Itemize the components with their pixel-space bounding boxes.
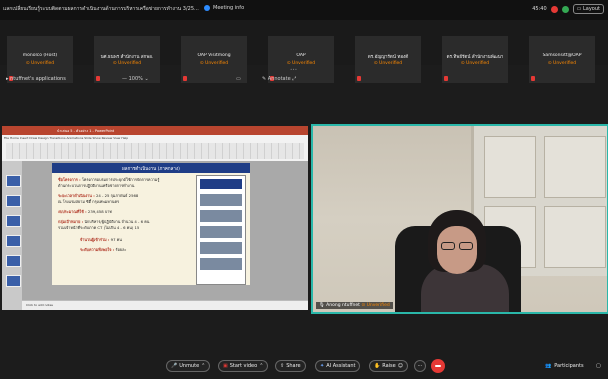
slide-thumbnail — [6, 195, 21, 207]
ai-assistant-button[interactable]: ✦ AI Assistant — [315, 360, 361, 372]
slide-canvas: ผลการดำเนินงาน (ภาคกลาง) ชื่อโครงการ : โ… — [22, 161, 308, 310]
participant-name: OAP — [296, 53, 306, 58]
powerpoint-titlebar: นำเสนอ 5 - ตัวอย่าง 1 - PowerPoint — [2, 126, 308, 135]
share-button[interactable]: ⇪ Share — [275, 360, 306, 372]
participant-strip: monolco (Host) ⊙ Unverified นศ.ธนพร สำนั… — [0, 20, 608, 83]
reactions-icon[interactable]: ☺ — [398, 363, 403, 369]
speaker-status: ⊙ Unverified — [361, 303, 390, 308]
meeting-info-label: Meeting info — [213, 5, 245, 11]
shared-screen[interactable]: นำเสนอ 5 - ตัวอย่าง 1 - PowerPoint File … — [2, 126, 308, 310]
participant-name: ดร.ทิพย์รัตน์ สำนักงานพัฒนา — [446, 55, 504, 60]
participant-status: ⊙ Unverified — [286, 61, 316, 66]
info-icon — [204, 5, 210, 11]
participant-status: ⊙ Unverified — [373, 61, 403, 66]
mic-icon: 🎙 — [319, 303, 325, 308]
recording-icon[interactable] — [550, 5, 558, 13]
speaker-name: Anong ntuffnet — [326, 303, 360, 308]
slide-thumbnail — [6, 215, 21, 227]
slide-thumbnail — [6, 235, 21, 247]
start-video-label: Start video — [229, 363, 258, 369]
unmute-label: Unmute — [179, 363, 200, 369]
title-bar: แลกเปลี่ยนเรียนรู้ระบบติดตามผลการดำเนินง… — [0, 0, 608, 20]
slide: ผลการดำเนินงาน (ภาคกลาง) ชื่อโครงการ : โ… — [52, 163, 250, 285]
security-icon[interactable] — [561, 5, 569, 13]
view-options-icon[interactable]: ▭ — [236, 76, 241, 82]
top-right-controls: 45:40 ▭ Layout — [532, 4, 604, 14]
slide-poster-image — [196, 175, 246, 285]
participant-status: ⊙ Unverified — [112, 61, 142, 66]
powerpoint-title: นำเสนอ 5 - ตัวอย่าง 1 - PowerPoint — [57, 129, 115, 133]
slide-line: ณ โรงแรมสยาม ซิตี้ กรุงเทพมหานคร — [58, 199, 120, 204]
start-video-button[interactable]: ▣ Start video ⌃ — [218, 360, 269, 372]
more-button[interactable]: ⋯ — [414, 360, 426, 372]
meeting-info-button[interactable]: Meeting info — [204, 5, 244, 11]
participant-name: OAP Visitmong — [197, 53, 231, 58]
slide-notes[interactable]: Click to add notes — [22, 300, 308, 310]
share-toolbar: ▸ ntuffnet's applications — 100% ⌄ ▭ ✎ A… — [0, 73, 608, 85]
video-off-icon: ▣ — [223, 363, 228, 369]
ai-assistant-icon: ✦ — [320, 363, 325, 369]
muted-mic-icon: 🎤 — [171, 363, 178, 369]
ribbon-tabs: File Home Insert Draw Design Transitions… — [4, 136, 129, 140]
slide-thumbnail — [6, 255, 21, 267]
slide-line: จำนวนผู้เข้าร่วม : 97 คน — [80, 237, 122, 242]
participant-name: นศ.ธนพร สำนักงาน สกพอ. — [100, 55, 154, 60]
unmute-button[interactable]: 🎤 Unmute ⌃ — [166, 360, 211, 372]
participants-icon: 👥 — [545, 363, 552, 369]
shared-app-label: ▸ ntuffnet's applications — [6, 76, 66, 82]
share-icon: ⇪ — [280, 363, 285, 369]
layout-label: Layout — [583, 6, 600, 12]
participants-label: Participants — [554, 363, 584, 369]
participants-button[interactable]: 👥 Participants — [545, 363, 584, 369]
participant-status: ⊙ Unverified — [460, 61, 490, 66]
slide-line: ด้านกระบวนการปฏิบัติงานเครือข่ายการทำงาน — [58, 183, 135, 188]
ribbon-tools — [6, 143, 304, 159]
participant-name: Samsonsitt@OAP — [542, 53, 582, 58]
annotate-button[interactable]: ✎ Annotate ⤢ — [262, 76, 296, 82]
meeting-title: แลกเปลี่ยนเรียนรู้ระบบติดตามผลการดำเนินง… — [3, 6, 199, 12]
slide-thumbnails — [2, 161, 22, 310]
zoom-control[interactable]: — 100% ⌄ — [122, 76, 149, 82]
participant-status: ⊙ Unverified — [547, 61, 577, 66]
layout-button[interactable]: ▭ Layout — [572, 4, 604, 14]
ai-assistant-label: AI Assistant — [326, 363, 356, 369]
raise-label: Raise — [382, 363, 396, 369]
participant-name: ดร.อัญญารัตน์ ทองดี — [367, 55, 409, 60]
speaker-face — [437, 226, 477, 274]
slide-line: งบประมาณที่ใช้ : 239,458 บาท — [58, 209, 112, 214]
slide-thumbnail — [6, 275, 21, 287]
active-speaker-video[interactable]: 🎙 Anong ntuffnet ⊙ Unverified — [311, 124, 608, 314]
chat-icon[interactable]: ▢ — [596, 363, 601, 369]
raise-hand-button[interactable]: ✋ Raise ☺ — [369, 360, 408, 372]
slide-line: ระดับความพึงพอใจ : ร้อยละ — [80, 247, 127, 252]
meeting-controls: 🎤 Unmute ⌃ ▣ Start video ⌃ ⇪ Share ✦ AI … — [0, 352, 608, 379]
participant-status: ⊙ Unverified — [25, 61, 55, 66]
slide-title: ผลการดำเนินงาน (ภาคกลาง) — [122, 167, 180, 172]
participant-name: monolco (Host) — [22, 53, 58, 58]
slide-header: ผลการดำเนินงาน (ภาคกลาง) — [52, 163, 250, 173]
share-label: Share — [286, 363, 301, 369]
glasses — [439, 242, 475, 250]
slide-line: รวมเจ้าหน้าที่ระดับภาค CT (ไม่เกิน 4 - 6… — [58, 225, 140, 230]
meeting-timer: 45:40 — [532, 6, 547, 12]
leave-button[interactable] — [431, 359, 445, 373]
slide-thumbnail — [6, 175, 21, 187]
speaker-nameplate: 🎙 Anong ntuffnet ⊙ Unverified — [316, 302, 393, 309]
powerpoint-ribbon: File Home Insert Draw Design Transitions… — [2, 135, 308, 162]
strip-collapse-handle[interactable]: ••• — [290, 67, 297, 72]
participant-status: ⊙ Unverified — [199, 61, 229, 66]
hand-icon: ✋ — [374, 363, 381, 369]
